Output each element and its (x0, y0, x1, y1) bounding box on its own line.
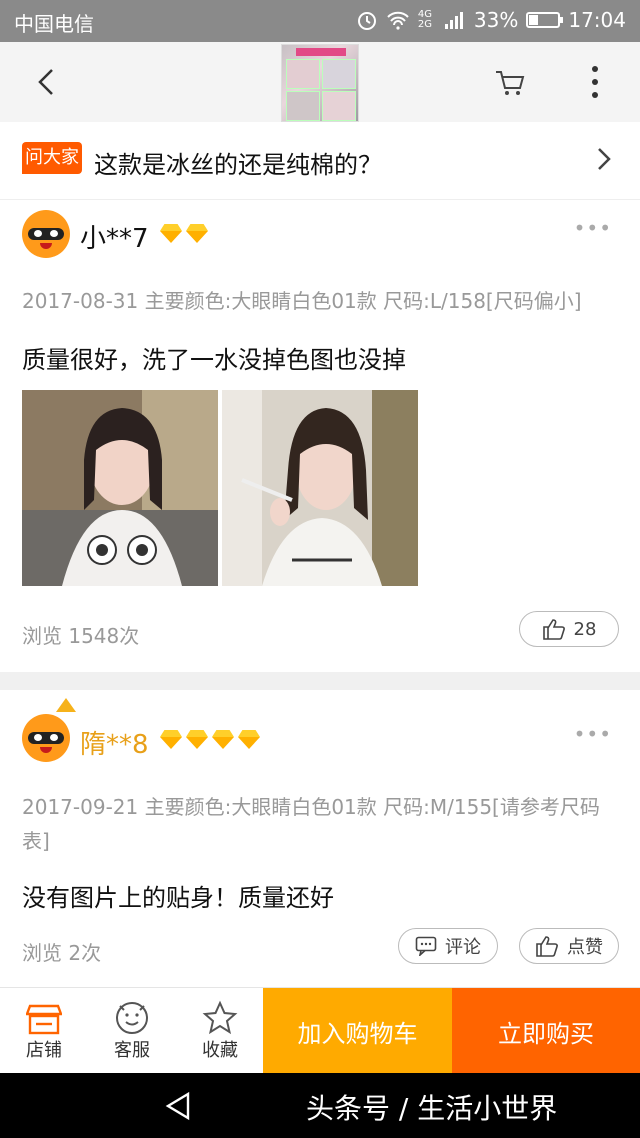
buy-now-button[interactable]: 立即购买 (452, 988, 640, 1074)
diamond-icon (184, 222, 210, 244)
view-count: 浏览 1548次 (22, 624, 140, 648)
thumbs-up-icon (536, 936, 558, 957)
thumbnail-cell (286, 59, 320, 89)
network-type: 4G 2G (417, 9, 433, 30)
status-right: 4G 2G 33% 17:04 (356, 8, 626, 32)
diamond-icon (158, 222, 184, 244)
more-vertical-icon[interactable] (580, 62, 610, 102)
battery-percent: 33% (473, 8, 519, 32)
review-content: 没有图片上的贴身！质量还好 (22, 884, 334, 912)
review-meta: 2017-08-31 主要颜色:大眼睛白色01款 尺码:L/158[尺码偏小] (22, 289, 582, 313)
avatar[interactable] (22, 714, 70, 762)
reviewer-name[interactable]: 小**7 (80, 218, 149, 255)
diamond-icon (184, 728, 210, 750)
thumbs-up-icon (542, 619, 565, 640)
ask-everyone-row[interactable]: 问大家 这款是冰丝的还是纯棉的？ (0, 122, 640, 200)
review-photo[interactable] (22, 390, 218, 586)
alarm-icon (357, 12, 376, 30)
reviewer-level (158, 222, 210, 244)
crown-icon (56, 698, 76, 712)
reviewer-level (158, 728, 262, 750)
bottom-action-bar: 店铺 客服 收藏 加入购物车 立即购买 (0, 987, 640, 1074)
chevron-right-icon (598, 148, 611, 170)
like-button[interactable]: 28 (519, 611, 619, 647)
comment-icon (415, 936, 437, 956)
comment-button[interactable]: 评论 (398, 928, 498, 964)
battery-fill (529, 15, 539, 25)
favorite-label: 收藏 (202, 1040, 238, 1061)
product-thumbnail[interactable] (281, 44, 359, 122)
review-card: 隋**8 ••• 2017-09-21 主要颜色:大眼睛白色01款 尺码:M/1… (0, 690, 640, 987)
review-photo[interactable] (222, 390, 418, 586)
favorite-tab[interactable]: 收藏 (176, 988, 264, 1074)
signal-icon (444, 12, 463, 29)
service-tab[interactable]: 客服 (88, 988, 176, 1074)
diamond-icon (210, 728, 236, 750)
carrier-label: 中国电信 (14, 12, 94, 36)
status-bar: 中国电信 4G 2G 33% 17:04 (0, 0, 640, 42)
chevron-left-icon[interactable] (32, 64, 62, 100)
thumbnail-cell (322, 59, 356, 89)
question-text: 这款是冰丝的还是纯棉的？ (94, 151, 382, 179)
service-label: 客服 (114, 1040, 150, 1061)
wifi-icon (387, 11, 409, 30)
review-more-button[interactable]: ••• (574, 216, 612, 240)
like-label: 点赞 (567, 937, 603, 958)
shop-icon (26, 1004, 62, 1035)
watermark: 头条号 / 生活小世界 (306, 1092, 558, 1125)
battery-icon (526, 12, 564, 28)
top-nav (0, 42, 640, 122)
clock: 17:04 (568, 8, 626, 32)
review-more-button[interactable]: ••• (574, 722, 612, 746)
cart-icon[interactable] (492, 64, 528, 100)
view-count: 浏览 2次 (22, 941, 102, 965)
shop-label: 店铺 (26, 1040, 62, 1061)
review-meta: 2017-09-21 主要颜色:大眼睛白色01款 尺码:M/155[请参考尺码表… (22, 795, 600, 853)
diamond-icon (236, 728, 262, 750)
like-button[interactable]: 点赞 (519, 928, 619, 964)
shop-tab[interactable]: 店铺 (0, 988, 88, 1074)
add-to-cart-button[interactable]: 加入购物车 (263, 988, 452, 1074)
section-divider (0, 672, 640, 690)
thumbnail-cell (286, 91, 320, 121)
comment-label: 评论 (445, 937, 481, 958)
review-card: 小**7 ••• 2017-08-31 主要颜色:大眼睛白色01款 尺码:L/1… (0, 200, 640, 672)
ask-badge: 问大家 (22, 142, 82, 174)
like-count: 28 (573, 618, 597, 640)
customer-service-icon (116, 1002, 148, 1034)
diamond-icon (158, 728, 184, 750)
thumbnail-cell (322, 91, 356, 121)
review-content: 质量很好，洗了一水没掉色图也没掉 (22, 346, 406, 374)
star-icon (202, 1000, 238, 1035)
system-nav-bar: 头条号 / 生活小世界 (0, 1073, 640, 1138)
reviewer-name[interactable]: 隋**8 (80, 724, 149, 761)
thumbnail-tag (296, 48, 346, 56)
back-triangle-icon[interactable] (164, 1091, 192, 1121)
avatar[interactable] (22, 210, 70, 258)
